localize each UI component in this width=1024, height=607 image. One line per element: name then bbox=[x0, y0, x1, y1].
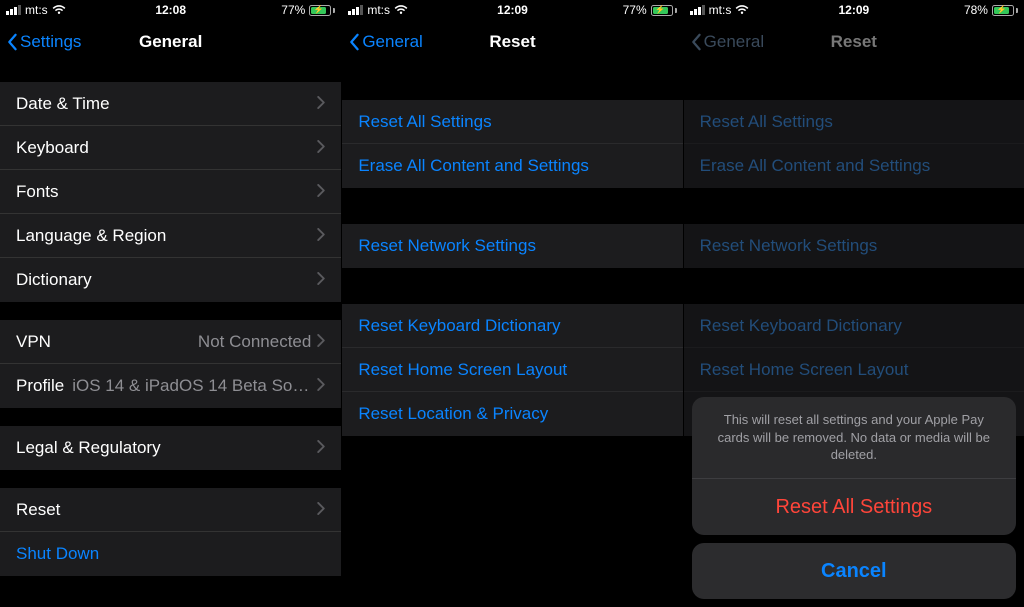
row-fonts[interactable]: Fonts bbox=[0, 170, 341, 214]
row-date-time[interactable]: Date & Time bbox=[0, 82, 341, 126]
row-vpn[interactable]: VPNNot Connected bbox=[0, 320, 341, 364]
wifi-icon bbox=[52, 4, 66, 16]
cancel-button[interactable]: Cancel bbox=[692, 543, 1016, 599]
chevron-right-icon bbox=[317, 182, 325, 202]
chevron-right-icon bbox=[317, 226, 325, 246]
row-profile[interactable]: ProfileiOS 14 & iPadOS 14 Beta Softwar..… bbox=[0, 364, 341, 408]
signal-icon bbox=[348, 5, 363, 15]
back-label: Settings bbox=[20, 32, 81, 52]
chevron-left-icon bbox=[348, 33, 360, 51]
nav-bar: General Reset bbox=[342, 20, 682, 64]
carrier-label: mt:s bbox=[25, 3, 48, 17]
battery-icon: ⚡ bbox=[309, 5, 335, 16]
screen-reset-confirm: mt:s 12:09 78% ⚡ General Reset Reset All… bbox=[683, 0, 1024, 607]
chevron-right-icon bbox=[317, 270, 325, 290]
screen-general: mt:s 12:08 77% ⚡ Settings General Date &… bbox=[0, 0, 341, 607]
chevron-right-icon bbox=[317, 376, 325, 396]
chevron-right-icon bbox=[317, 138, 325, 158]
back-button[interactable]: General bbox=[342, 32, 422, 52]
signal-icon bbox=[6, 5, 21, 15]
action-sheet-message: This will reset all settings and your Ap… bbox=[692, 397, 1016, 479]
wifi-icon bbox=[394, 4, 408, 16]
chevron-right-icon bbox=[317, 500, 325, 520]
row-reset[interactable]: Reset bbox=[0, 488, 341, 532]
reset-home-layout-button[interactable]: Reset Home Screen Layout bbox=[342, 348, 682, 392]
chevron-right-icon bbox=[317, 332, 325, 352]
battery-pct-label: 77% bbox=[623, 3, 647, 17]
carrier-label: mt:s bbox=[367, 3, 390, 17]
profile-detail-label: iOS 14 & iPadOS 14 Beta Softwar... bbox=[72, 376, 311, 396]
status-bar: mt:s 12:08 77% ⚡ bbox=[0, 0, 341, 20]
reset-location-privacy-button[interactable]: Reset Location & Privacy bbox=[342, 392, 682, 436]
row-shut-down[interactable]: Shut Down bbox=[0, 532, 341, 576]
back-button[interactable]: Settings bbox=[0, 32, 81, 52]
confirm-reset-button[interactable]: Reset All Settings bbox=[692, 479, 1016, 535]
reset-keyboard-dict-button[interactable]: Reset Keyboard Dictionary bbox=[342, 304, 682, 348]
status-bar: mt:s 12:09 77% ⚡ bbox=[342, 0, 682, 20]
reset-network-button[interactable]: Reset Network Settings bbox=[342, 224, 682, 268]
row-dictionary[interactable]: Dictionary bbox=[0, 258, 341, 302]
battery-pct-label: 77% bbox=[281, 3, 305, 17]
vpn-status-label: Not Connected bbox=[198, 332, 311, 352]
back-label: General bbox=[362, 32, 422, 52]
erase-all-button[interactable]: Erase All Content and Settings bbox=[342, 144, 682, 188]
row-language-region[interactable]: Language & Region bbox=[0, 214, 341, 258]
screen-reset: mt:s 12:09 77% ⚡ General Reset Reset All… bbox=[341, 0, 682, 607]
chevron-left-icon bbox=[6, 33, 18, 51]
action-sheet: This will reset all settings and your Ap… bbox=[692, 397, 1016, 599]
nav-bar: Settings General bbox=[0, 20, 341, 64]
battery-icon: ⚡ bbox=[651, 5, 677, 16]
row-keyboard[interactable]: Keyboard bbox=[0, 126, 341, 170]
reset-all-settings-button[interactable]: Reset All Settings bbox=[342, 100, 682, 144]
chevron-right-icon bbox=[317, 438, 325, 458]
chevron-right-icon bbox=[317, 94, 325, 114]
row-legal[interactable]: Legal & Regulatory bbox=[0, 426, 341, 470]
